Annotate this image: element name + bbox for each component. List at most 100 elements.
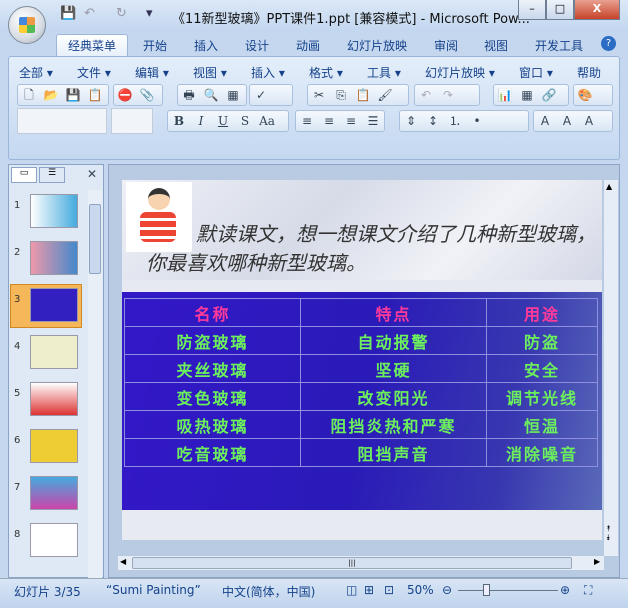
horizontal-scrollbar[interactable]: ◀ ||| ▶ <box>118 556 604 570</box>
menu-help[interactable]: 帮助 <box>577 64 601 81</box>
cell: 变色玻璃 <box>124 382 301 411</box>
zoom-out-icon[interactable]: ⊖ <box>442 583 452 597</box>
vertical-scrollbar[interactable]: ▲ ⯭ ⯯ <box>604 180 618 556</box>
menu-window[interactable]: 窗口 ▾ <box>519 64 553 81</box>
scroll-up-icon[interactable]: ▲ <box>606 182 612 191</box>
tab-slideshow[interactable]: 幻灯片放映 <box>347 37 407 54</box>
shrink-font-icon[interactable]: A <box>581 113 597 129</box>
bold-button[interactable]: B <box>171 113 187 129</box>
font-size-select[interactable] <box>111 108 153 134</box>
print-icon[interactable]: 🖶 <box>181 87 197 103</box>
close-pane-icon[interactable]: ✕ <box>87 167 97 181</box>
cell: 调节光线 <box>486 382 598 411</box>
table-icon[interactable]: ▦ <box>519 87 535 103</box>
font-color-icon[interactable]: A <box>537 113 553 129</box>
justify-icon[interactable]: ☰ <box>365 113 381 129</box>
hyperlink-icon[interactable]: 🔗 <box>541 87 557 103</box>
menu-insert[interactable]: 插入 ▾ <box>251 64 285 81</box>
zoom-slider[interactable] <box>458 590 558 591</box>
align-toolbar: ≡ ≡ ≡ ☰ <box>295 110 385 132</box>
tab-design[interactable]: 设计 <box>245 37 269 54</box>
tab-classic-menu[interactable]: 经典菜单 <box>56 34 128 58</box>
thumbnails-scrollbar[interactable] <box>88 190 102 578</box>
open-icon[interactable]: 📂 <box>43 87 59 103</box>
shadow-button[interactable]: S <box>237 113 253 129</box>
save-icon[interactable]: 💾 <box>60 6 76 26</box>
zoom-level[interactable]: 50% <box>407 583 434 597</box>
slide-canvas[interactable]: 默读课文，想一想课文介绍了几种新型玻璃，你最喜欢哪种新型玻璃。 名称 特点 用途 防… <box>122 180 602 540</box>
design-icon[interactable]: 🎨 <box>577 87 593 103</box>
font-name-select[interactable] <box>17 108 107 134</box>
scroll-thumb[interactable] <box>89 204 101 274</box>
attach-icon[interactable]: 📎 <box>139 87 155 103</box>
permission-icon[interactable]: 📋 <box>87 87 103 103</box>
redo-icon[interactable]: ↷ <box>440 87 456 103</box>
change-case-button[interactable]: Aa <box>259 113 275 129</box>
fit-to-window-icon[interactable]: ⛶ <box>584 583 592 598</box>
close-button[interactable]: X <box>574 0 620 20</box>
help-icon[interactable]: ? <box>601 36 616 51</box>
office-button[interactable] <box>8 6 46 44</box>
scroll-right-icon[interactable]: ▶ <box>594 557 600 566</box>
align-right-icon[interactable]: ≡ <box>343 113 359 129</box>
menu-file[interactable]: 文件 ▾ <box>77 64 111 81</box>
spelling-icon[interactable]: ✓ <box>253 87 269 103</box>
undo-icon[interactable]: ↶ <box>84 6 95 26</box>
grow-font-icon[interactable]: A <box>559 113 575 129</box>
format-painter-icon[interactable]: 🖌 <box>377 87 393 103</box>
tab-home[interactable]: 开始 <box>143 37 167 54</box>
menu-format[interactable]: 格式 ▾ <box>309 64 343 81</box>
new-icon[interactable]: 🗋 <box>21 87 37 103</box>
print-preview-icon[interactable]: 🔍 <box>203 87 219 103</box>
line-spacing-icon[interactable]: ↕ <box>425 113 441 129</box>
tab-review[interactable]: 审阅 <box>434 37 458 54</box>
tab-view[interactable]: 视图 <box>484 37 508 54</box>
undo-icon[interactable]: ↶ <box>418 87 434 103</box>
minimize-button[interactable]: – <box>518 0 546 20</box>
slideshow-view-icon[interactable]: ⊡ <box>384 583 394 597</box>
slide-thumbnail[interactable] <box>30 288 78 322</box>
redo-icon[interactable]: ↻ <box>116 6 127 26</box>
menu-tools[interactable]: 工具 ▾ <box>367 64 401 81</box>
menu-slideshow[interactable]: 幻灯片放映 ▾ <box>425 64 495 81</box>
slide-thumbnail[interactable] <box>30 335 78 369</box>
align-center-icon[interactable]: ≡ <box>321 113 337 129</box>
slide-thumbnail[interactable] <box>30 523 78 557</box>
underline-button[interactable]: U <box>215 113 231 129</box>
chart-icon[interactable]: 📊 <box>497 87 513 103</box>
delete-page-icon[interactable]: ⛔ <box>117 87 133 103</box>
copy-icon[interactable]: ⎘ <box>333 87 349 103</box>
zoom-slider-thumb[interactable] <box>483 584 490 596</box>
slide-thumbnail[interactable] <box>30 241 78 275</box>
paste-icon[interactable]: 📋 <box>355 87 371 103</box>
zoom-in-icon[interactable]: ⊕ <box>560 583 570 597</box>
sorter-view-icon[interactable]: ⊞ <box>364 583 374 597</box>
customize-qat-icon[interactable]: ▾ <box>146 6 153 26</box>
bullets-icon[interactable]: • <box>469 113 485 129</box>
italic-button[interactable]: I <box>193 113 209 129</box>
save-icon[interactable]: 💾 <box>65 87 81 103</box>
grid-icon[interactable]: ▦ <box>225 87 241 103</box>
normal-view-icon[interactable]: ◫ <box>346 583 357 597</box>
slide-thumbnail[interactable] <box>30 429 78 463</box>
maximize-button[interactable]: □ <box>546 0 574 20</box>
tab-insert[interactable]: 插入 <box>194 37 218 54</box>
slides-tab[interactable]: ▭ <box>11 167 37 183</box>
menu-view[interactable]: 视图 ▾ <box>193 64 227 81</box>
menu-all[interactable]: 全部 ▾ <box>19 64 53 81</box>
scroll-left-icon[interactable]: ◀ <box>120 557 126 566</box>
numbering-icon[interactable]: ⒈ <box>447 113 463 129</box>
tab-developer[interactable]: 开发工具 <box>535 37 583 54</box>
outline-tab[interactable]: ☰ <box>39 167 65 183</box>
scroll-thumb[interactable]: ||| <box>132 557 572 569</box>
slide-thumbnail[interactable] <box>30 382 78 416</box>
cut-icon[interactable]: ✂ <box>311 87 327 103</box>
slide-thumbnail[interactable] <box>30 194 78 228</box>
menu-edit[interactable]: 编辑 ▾ <box>135 64 169 81</box>
tab-animation[interactable]: 动画 <box>296 37 320 54</box>
slide-thumbnail[interactable] <box>30 476 78 510</box>
text-direction-icon[interactable]: ⇕ <box>403 113 419 129</box>
language[interactable]: 中文(简体，中国) <box>222 583 315 600</box>
prev-next-slide-icons[interactable]: ⯭ ⯯ <box>606 524 611 542</box>
align-left-icon[interactable]: ≡ <box>299 113 315 129</box>
